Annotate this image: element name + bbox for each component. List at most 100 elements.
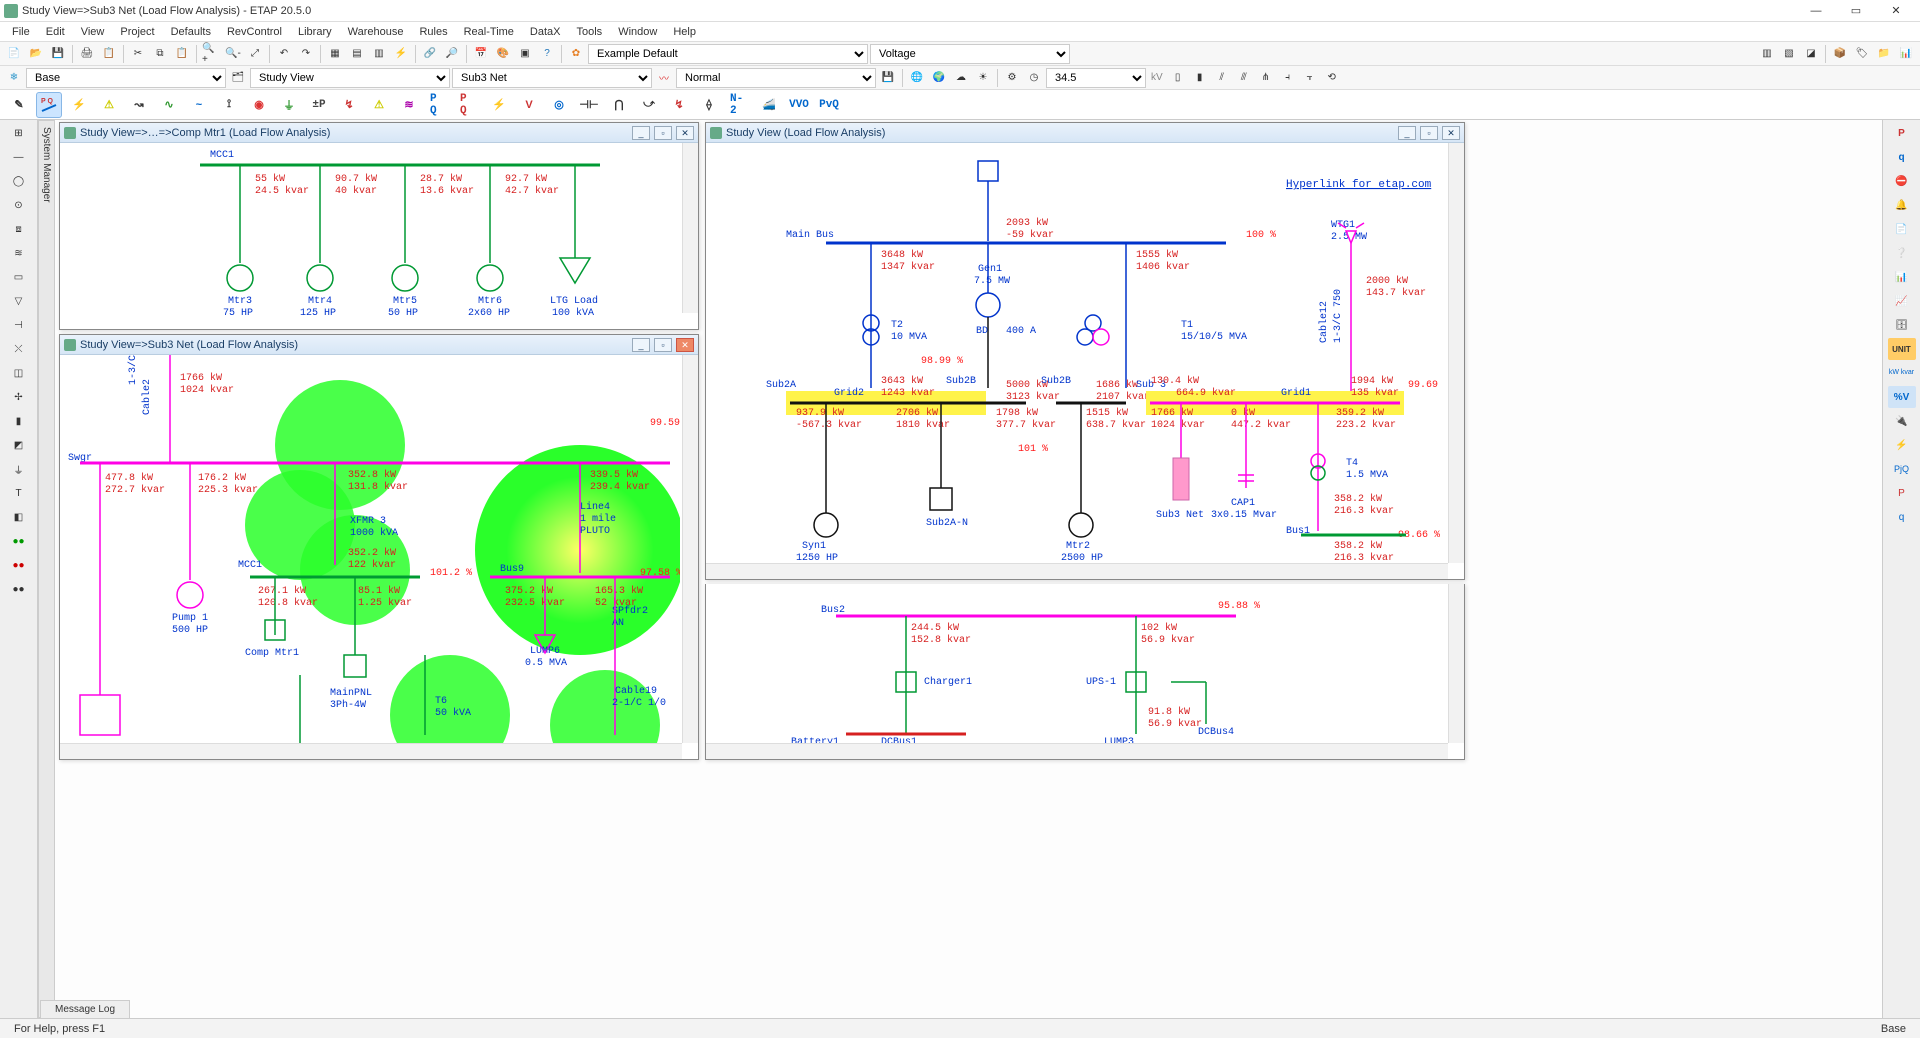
redo-icon[interactable]: ↷ (296, 44, 316, 64)
loadflow-mode-icon[interactable]: P Q (36, 92, 62, 118)
scrollbar-v[interactable] (1448, 584, 1464, 743)
motor-tool-icon[interactable]: ⊙ (5, 194, 33, 216)
disk-icon[interactable]: 💾 (878, 68, 898, 88)
undo-icon[interactable]: ↶ (274, 44, 294, 64)
unb-icon[interactable]: ↯ (336, 92, 362, 118)
ground-tool-icon[interactable]: ⏚ (5, 458, 33, 480)
menu-project[interactable]: Project (112, 24, 162, 40)
themes-icon[interactable]: 🎨 (493, 44, 513, 64)
dial-icon[interactable]: ◷ (1024, 68, 1044, 88)
help-icon[interactable]: ? (537, 44, 557, 64)
new-icon[interactable]: 📄 (4, 44, 24, 64)
box-icon[interactable]: 📦 (1830, 44, 1850, 64)
menu-view[interactable]: View (73, 24, 113, 40)
minimize-button[interactable]: — (1796, 1, 1836, 21)
db-tool-icon[interactable]: 🗄 (1888, 314, 1916, 336)
menu-warehouse[interactable]: Warehouse (340, 24, 412, 40)
arc2-icon[interactable]: ⚠ (366, 92, 392, 118)
harmonic-icon[interactable]: ∿ (156, 92, 182, 118)
inverter-tool-icon[interactable]: ◩ (5, 434, 33, 456)
bus-tool-icon[interactable]: — (5, 146, 33, 168)
xfmr-tool-icon[interactable]: ⧈ (5, 218, 33, 240)
grid2-icon[interactable]: ▤ (347, 44, 367, 64)
p-tool-icon[interactable]: P (1888, 122, 1916, 144)
min-icon[interactable]: _ (632, 338, 650, 352)
menu-revcontrol[interactable]: RevControl (219, 24, 290, 40)
cap-icon[interactable]: ⊣⊢ (576, 92, 602, 118)
pvq-label[interactable]: PvQ (816, 92, 842, 118)
hyperlink[interactable]: Hyperlink for etap.com (1286, 179, 1432, 191)
max-icon[interactable]: ▫ (1420, 126, 1438, 140)
report-tool-icon[interactable]: 📄 (1888, 218, 1916, 240)
paste-icon[interactable]: 📋 (172, 44, 192, 64)
min-icon[interactable]: _ (1398, 126, 1416, 140)
vvo-label[interactable]: VVO (786, 92, 812, 118)
calendar-icon[interactable]: 📅 (471, 44, 491, 64)
sc-icon[interactable]: ⚡ (66, 92, 92, 118)
ts-icon[interactable]: ~ (186, 92, 212, 118)
palette-icon[interactable]: ✿ (566, 44, 586, 64)
sym1-icon[interactable]: ⫽ (1212, 68, 1232, 88)
snowflake-icon[interactable]: ❄ (4, 68, 24, 88)
close-icon[interactable]: ✕ (1442, 126, 1460, 140)
print-icon[interactable]: 🖨 (77, 44, 97, 64)
max-icon[interactable]: ▫ (654, 126, 672, 140)
display-combo[interactable]: Voltage (870, 44, 1070, 64)
continuity-icon[interactable]: ⚡ (391, 44, 411, 64)
wind-tool-icon[interactable]: ✢ (5, 386, 33, 408)
cable-tool-icon[interactable]: ≋ (5, 242, 33, 264)
zoom-fit-icon[interactable]: ⤢ (245, 44, 265, 64)
unit-tool-icon[interactable]: UNIT (1888, 338, 1916, 360)
compose-tool-icon[interactable]: ◧ (5, 506, 33, 528)
load-tool-icon[interactable]: ▽ (5, 290, 33, 312)
folder-icon[interactable]: 📁 (1874, 44, 1894, 64)
cap-tool-icon[interactable]: ⊣ (5, 314, 33, 336)
fault-icon[interactable]: ↯ (666, 92, 692, 118)
menu-defaults[interactable]: Defaults (163, 24, 219, 40)
contour-icon[interactable]: ▧ (1779, 44, 1799, 64)
scrollbar-v[interactable] (1448, 143, 1464, 563)
xfmr-icon[interactable]: ⋂ (606, 92, 632, 118)
analyzer-tool-icon[interactable]: 📊 (1888, 266, 1916, 288)
mode-combo[interactable]: Normal (676, 68, 876, 88)
menu-rules[interactable]: Rules (411, 24, 455, 40)
menu-datax[interactable]: DataX (522, 24, 569, 40)
message-log-tab[interactable]: Message Log (40, 1000, 130, 1018)
layers-icon[interactable]: ▣ (515, 44, 535, 64)
scrollbar-v[interactable] (682, 355, 698, 743)
opt-icon[interactable]: ≋ (396, 92, 422, 118)
sw-icon[interactable]: ⤻ (636, 92, 662, 118)
print-preview-icon[interactable]: 📋 (99, 44, 119, 64)
menu-library[interactable]: Library (290, 24, 340, 40)
dot-green-icon[interactable]: ●● (5, 530, 33, 552)
stop-tool-icon[interactable]: ⛔ (1888, 170, 1916, 192)
toggle1-icon[interactable]: ▯ (1168, 68, 1188, 88)
kwkvar-tool-icon[interactable]: kW kvar (1888, 362, 1916, 384)
tag-icon[interactable]: 🏷 (1852, 44, 1872, 64)
train-icon[interactable]: 🚄 (756, 92, 782, 118)
pjq-tool-icon[interactable]: PjQ (1888, 458, 1916, 480)
volt-tool-icon[interactable]: 🔌 (1888, 410, 1916, 432)
pctv-tool-icon[interactable]: %V (1888, 386, 1916, 408)
close-icon[interactable]: ✕ (676, 338, 694, 352)
sym6-icon[interactable]: ⟲ (1322, 68, 1342, 88)
amp-tool-icon[interactable]: ⚡ (1888, 434, 1916, 456)
save-icon[interactable]: 💾 (48, 44, 68, 64)
menu-file[interactable]: File (4, 24, 38, 40)
dc-icon[interactable]: ⏚ (276, 92, 302, 118)
zoom-combo[interactable]: 34.5 (1046, 68, 1146, 88)
grid3-icon[interactable]: ▥ (369, 44, 389, 64)
pm-label[interactable]: ±P (306, 92, 332, 118)
sym2-icon[interactable]: ⫻ (1234, 68, 1254, 88)
menu-window[interactable]: Window (610, 24, 665, 40)
pencil-icon[interactable]: ✎ (6, 92, 32, 118)
menu-help[interactable]: Help (665, 24, 704, 40)
scope-icon[interactable]: ⚙ (1002, 68, 1022, 88)
dot-mix-icon[interactable]: ●● (5, 578, 33, 600)
bell-tool-icon[interactable]: 🔔 (1888, 194, 1916, 216)
switch-tool-icon[interactable]: ⤬ (5, 338, 33, 360)
bolt-icon[interactable]: ⚡ (486, 92, 512, 118)
zoom-in-icon[interactable]: 🔍+ (201, 44, 221, 64)
toggle2-icon[interactable]: ▮ (1190, 68, 1210, 88)
p2-tool-icon[interactable]: P (1888, 482, 1916, 504)
